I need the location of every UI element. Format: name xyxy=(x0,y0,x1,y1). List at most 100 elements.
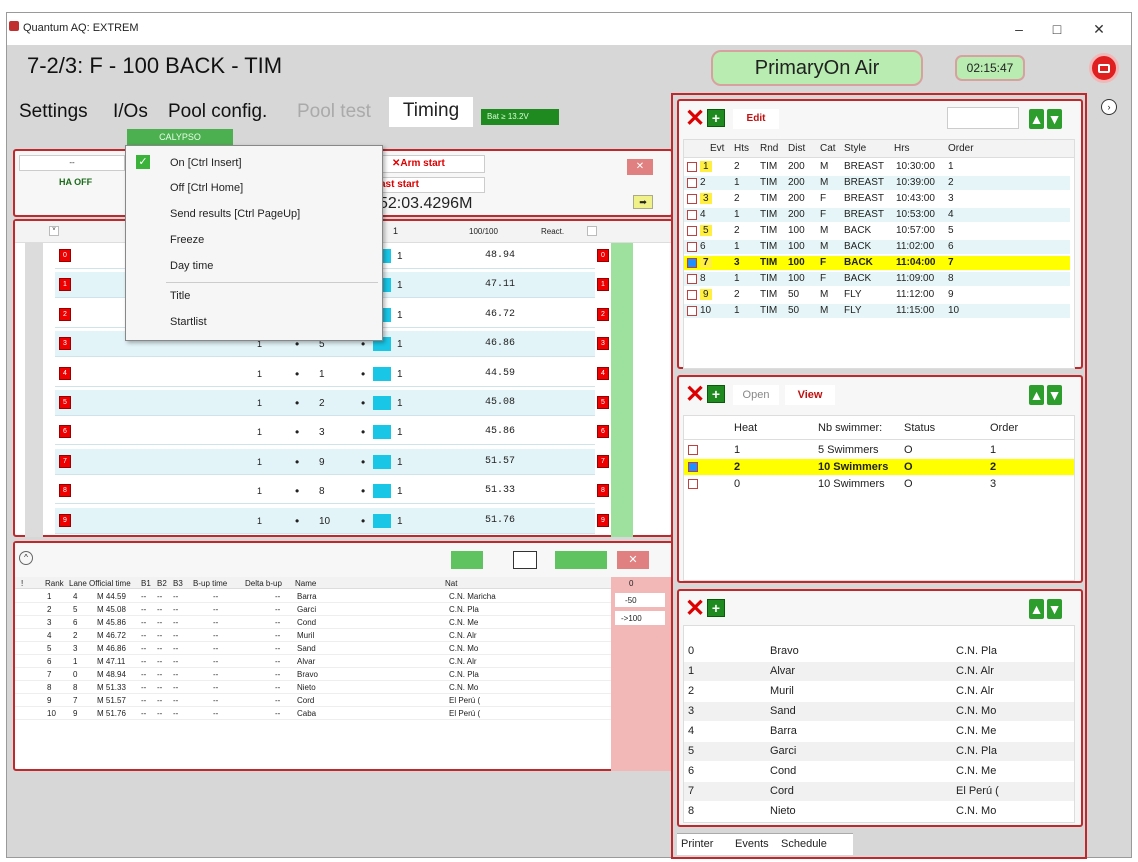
row-checkbox[interactable] xyxy=(687,178,697,188)
list-item[interactable]: 8 1 TIM 100 F BACK 11:09:00 8 xyxy=(684,272,1070,286)
list-item[interactable]: 2 Muril C.N. Alr xyxy=(684,682,1074,701)
sort-icon[interactable]: ˅ xyxy=(49,226,59,236)
move-up-icon[interactable]: ▲ xyxy=(1029,109,1044,129)
dash-field[interactable]: -- xyxy=(19,155,125,171)
row-checkbox[interactable] xyxy=(687,210,697,220)
tab-ios[interactable]: I/Os xyxy=(113,101,148,123)
row-checkbox[interactable] xyxy=(687,306,697,316)
tab-pool-test[interactable]: Pool test xyxy=(297,101,371,123)
table-row[interactable]: 8 8 M 51.33 -- -- -- -- -- Nieto C.N. Mo xyxy=(15,682,611,694)
touchpad-icon[interactable] xyxy=(373,366,391,381)
add-icon[interactable]: + xyxy=(707,599,725,617)
last-start-select[interactable]: ast start xyxy=(379,177,485,193)
table-row[interactable]: 6 1 M 47.11 -- -- -- -- -- Alvar C.N. Alr xyxy=(15,656,611,668)
delete-icon[interactable]: ✕ xyxy=(685,107,705,131)
scroll-up-icon[interactable] xyxy=(587,226,597,236)
arm-start-button[interactable]: ✕Arm start xyxy=(379,155,485,173)
minimize-button[interactable]: – xyxy=(1009,19,1029,39)
row-checkbox[interactable] xyxy=(687,258,697,268)
list-item[interactable]: 4 1 TIM 200 F BREAST 10:53:00 4 xyxy=(684,208,1070,222)
tab-events[interactable]: Events xyxy=(735,838,769,850)
tab-settings[interactable]: Settings xyxy=(19,101,88,123)
events-search-input[interactable] xyxy=(947,107,1019,129)
list-item[interactable]: 1 Alvar C.N. Alr xyxy=(684,662,1074,681)
add-icon[interactable]: + xyxy=(707,109,725,127)
delete-icon[interactable]: ✕ xyxy=(685,597,705,621)
open-button[interactable]: Open xyxy=(733,385,779,405)
menu-item-send-results[interactable]: Send results [Ctrl PageUp] xyxy=(170,208,300,220)
next-arrow-button[interactable]: ➡ xyxy=(633,195,653,209)
touchpad-icon[interactable] xyxy=(373,484,391,499)
side-split-50[interactable]: -50 xyxy=(615,593,665,607)
list-item[interactable]: 8 Nieto C.N. Mo xyxy=(684,802,1074,821)
calypso-tab[interactable]: CALYPSO xyxy=(127,129,233,146)
delete-icon[interactable]: ✕ xyxy=(685,383,705,407)
touchpad-icon[interactable] xyxy=(373,513,391,528)
move-up-icon[interactable]: ▲ xyxy=(1029,385,1044,405)
row-checkbox[interactable] xyxy=(687,226,697,236)
list-item[interactable]: 9 2 TIM 50 M FLY 11:12:00 9 xyxy=(684,288,1070,302)
row-checkbox[interactable] xyxy=(687,274,697,284)
list-item[interactable]: 3 2 TIM 200 F BREAST 10:43:00 3 xyxy=(684,192,1070,206)
list-item[interactable]: 0 10 Swimmers O 3 xyxy=(684,476,1074,492)
menu-item-title[interactable]: Title xyxy=(170,290,190,302)
list-item[interactable]: 5 2 TIM 100 M BACK 10:57:00 5 xyxy=(684,224,1070,238)
tab-pool-config[interactable]: Pool config. xyxy=(168,101,267,123)
list-item[interactable]: 10 1 TIM 50 M FLY 11:15:00 10 xyxy=(684,304,1070,318)
row-checkbox[interactable] xyxy=(688,445,698,455)
list-item[interactable]: 1 5 Swimmers O 1 xyxy=(684,442,1074,458)
close-panel-button[interactable]: ✕ xyxy=(627,159,653,175)
send-results-icon[interactable] xyxy=(555,551,607,569)
table-row[interactable]: 2 5 M 45.08 -- -- -- -- -- Garci C.N. Pla xyxy=(15,604,611,616)
row-checkbox[interactable] xyxy=(688,479,698,489)
print-icon[interactable] xyxy=(513,551,537,569)
table-row[interactable]: 3 6 M 45.86 -- -- -- -- -- Cond C.N. Me xyxy=(15,617,611,629)
table-row[interactable]: 9 7 M 51.57 -- -- -- -- -- Cord El Perú ( xyxy=(15,695,611,707)
table-row[interactable]: 5 3 M 46.86 -- -- -- -- -- Sand C.N. Mo xyxy=(15,643,611,655)
menu-item-freeze[interactable]: Freeze xyxy=(170,234,204,246)
table-row[interactable]: 1 4 M 44.59 -- -- -- -- -- Barra C.N. Maricha xyxy=(15,591,611,603)
list-item[interactable]: 1 2 TIM 200 M BREAST 10:30:00 1 xyxy=(684,160,1070,174)
list-item[interactable]: 0 Bravo C.N. Pla xyxy=(684,642,1074,661)
tab-printer[interactable]: Printer xyxy=(681,838,713,850)
move-down-icon[interactable]: ▼ xyxy=(1047,599,1062,619)
tab-schedule[interactable]: Schedule xyxy=(781,838,827,850)
close-results-button[interactable]: ✕ xyxy=(617,551,649,569)
menu-item-off[interactable]: Off [Ctrl Home] xyxy=(170,182,243,194)
menu-item-startlist[interactable]: Startlist xyxy=(170,316,207,328)
row-checkbox[interactable] xyxy=(687,290,697,300)
tab-timing[interactable]: Timing xyxy=(389,97,473,127)
move-down-icon[interactable]: ▼ xyxy=(1047,109,1062,129)
row-checkbox[interactable] xyxy=(687,242,697,252)
list-item[interactable]: 4 Barra C.N. Me xyxy=(684,722,1074,741)
menu-item-day-time[interactable]: Day time xyxy=(170,260,213,272)
maximize-button[interactable]: □ xyxy=(1047,19,1067,39)
list-item[interactable]: 6 Cond C.N. Me xyxy=(684,762,1074,781)
touchpad-icon[interactable] xyxy=(373,425,391,440)
row-checkbox[interactable] xyxy=(688,462,698,472)
table-row[interactable]: 7 0 M 48.94 -- -- -- -- -- Bravo C.N. Pla xyxy=(15,669,611,681)
edit-button[interactable]: Edit xyxy=(733,109,779,129)
menu-item-on[interactable]: On [Ctrl Insert] xyxy=(170,157,242,169)
table-row[interactable]: 10 9 M 51.76 -- -- -- -- -- Caba El Perú ( xyxy=(15,708,611,720)
list-item[interactable]: 7 3 TIM 100 F BACK 11:04:00 7 xyxy=(684,256,1070,270)
view-button[interactable]: View xyxy=(785,385,835,405)
row-checkbox[interactable] xyxy=(687,194,697,204)
collapse-icon[interactable]: ^ xyxy=(19,551,33,565)
list-item[interactable]: 2 1 TIM 200 M BREAST 10:39:00 2 xyxy=(684,176,1070,190)
validate-icon[interactable] xyxy=(451,551,483,569)
list-item[interactable]: 3 Sand C.N. Mo xyxy=(684,702,1074,721)
move-down-icon[interactable]: ▼ xyxy=(1047,385,1062,405)
list-item[interactable]: 6 1 TIM 100 M BACK 11:02:00 6 xyxy=(684,240,1070,254)
table-row[interactable]: 4 2 M 46.72 -- -- -- -- -- Muril C.N. Alr xyxy=(15,630,611,642)
side-split-100[interactable]: ->100 xyxy=(615,611,665,625)
add-icon[interactable]: + xyxy=(707,385,725,403)
close-button[interactable]: ✕ xyxy=(1089,19,1109,39)
list-item[interactable]: 2 10 Swimmers O 2 xyxy=(684,459,1074,475)
touchpad-icon[interactable] xyxy=(373,454,391,469)
touchpad-icon[interactable] xyxy=(373,396,391,410)
list-item[interactable]: 7 Cord El Perú ( xyxy=(684,782,1074,801)
expand-icon[interactable]: › xyxy=(1101,99,1117,115)
power-icon[interactable] xyxy=(1089,53,1119,83)
list-item[interactable]: 5 Garci C.N. Pla xyxy=(684,742,1074,761)
